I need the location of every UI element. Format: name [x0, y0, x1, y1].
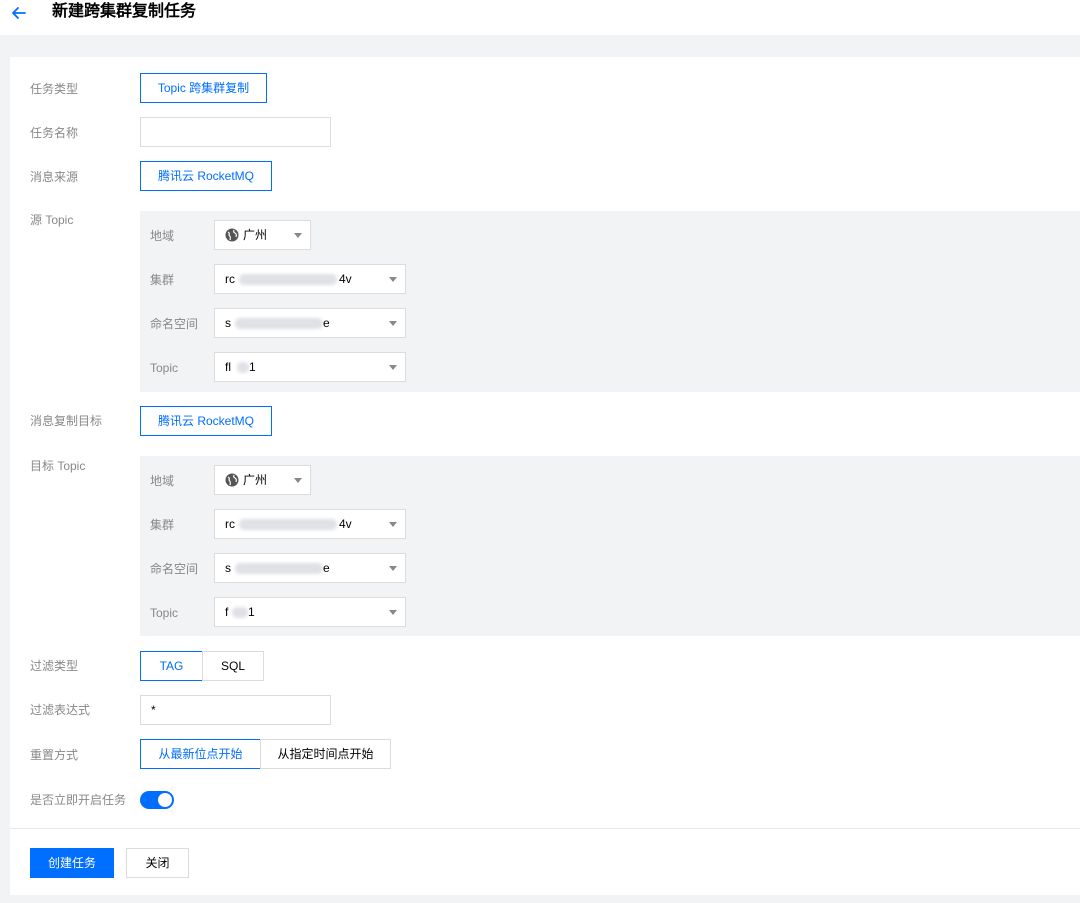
filter-type-sql-button[interactable]: SQL — [202, 651, 264, 681]
task-name-label: 任务名称 — [30, 126, 79, 140]
target-topic-select[interactable]: f 1 — [214, 597, 406, 627]
task-type-button[interactable]: Topic 跨集群复制 — [140, 73, 267, 103]
target-namespace-value-prefix: s — [225, 561, 231, 575]
page-title: 新建跨集群复制任务 — [52, 3, 197, 20]
source-region-label: 地域 — [150, 229, 175, 243]
task-name-input[interactable] — [140, 117, 331, 147]
footer-divider — [10, 828, 1080, 829]
redaction-blur — [239, 519, 337, 530]
filter-type-label: 过滤类型 — [30, 659, 79, 673]
chevron-down-icon — [389, 365, 397, 370]
globe-icon — [225, 228, 239, 242]
chevron-down-icon — [294, 233, 302, 238]
target-cluster-value-suffix: 4v — [339, 517, 352, 531]
source-namespace-value-suffix: e — [323, 316, 330, 330]
source-topic-select[interactable]: fl 1 — [214, 352, 406, 382]
source-region-select[interactable]: 广州 — [214, 220, 311, 250]
target-topic-field-label: Topic — [150, 606, 179, 620]
redaction-blur — [239, 274, 337, 285]
target-namespace-label: 命名空间 — [150, 562, 199, 576]
target-topic-panel: 地域 广州 集群 rc 4v 命名空间 s e Topic f 1 — [140, 456, 1080, 636]
target-topic-value-prefix: f — [225, 605, 229, 619]
filter-expression-label: 过滤表达式 — [30, 703, 91, 717]
close-button[interactable]: 关闭 — [126, 848, 189, 878]
redaction-blur — [237, 362, 249, 373]
filter-type-tag-button[interactable]: TAG — [140, 651, 203, 681]
target-topic-value-suffix: 1 — [248, 605, 255, 619]
source-namespace-select[interactable]: s e — [214, 308, 406, 338]
source-namespace-label: 命名空间 — [150, 317, 199, 331]
chevron-down-icon — [389, 522, 397, 527]
page-header: 新建跨集群复制任务 — [0, 0, 1080, 35]
source-topic-value-suffix: 1 — [249, 360, 256, 374]
message-target-button[interactable]: 腾讯云 RocketMQ — [140, 406, 272, 436]
toggle-knob — [158, 793, 172, 807]
target-region-value: 广州 — [243, 473, 268, 487]
reset-latest-button[interactable]: 从最新位点开始 — [140, 739, 261, 769]
arrow-left-icon[interactable] — [10, 4, 28, 22]
target-region-select[interactable]: 广州 — [214, 465, 311, 495]
source-cluster-label: 集群 — [150, 273, 175, 287]
message-target-label: 消息复制目标 — [30, 414, 103, 428]
target-namespace-value-suffix: e — [323, 561, 330, 575]
target-cluster-value-prefix: rc — [225, 517, 235, 531]
source-region-value: 广州 — [243, 228, 268, 242]
chevron-down-icon — [389, 610, 397, 615]
target-cluster-label: 集群 — [150, 518, 175, 532]
filter-expression-input[interactable]: * — [140, 695, 331, 725]
target-topic-label: 目标 Topic — [30, 459, 86, 473]
task-type-label: 任务类型 — [30, 82, 79, 96]
source-topic-label: 源 Topic — [30, 213, 74, 227]
message-source-label: 消息来源 — [30, 170, 79, 184]
source-cluster-select[interactable]: rc 4v — [214, 264, 406, 294]
source-topic-panel: 地域 广州 集群 rc 4v 命名空间 s e Topic fl 1 — [140, 211, 1080, 392]
chevron-down-icon — [389, 277, 397, 282]
source-cluster-value-suffix: 4v — [339, 272, 352, 286]
create-task-button[interactable]: 创建任务 — [30, 848, 114, 878]
target-namespace-select[interactable]: s e — [214, 553, 406, 583]
source-namespace-value-prefix: s — [225, 316, 231, 330]
start-now-label: 是否立即开启任务 — [30, 793, 127, 807]
redaction-blur — [235, 563, 323, 574]
target-cluster-select[interactable]: rc 4v — [214, 509, 406, 539]
form-card: 任务类型 Topic 跨集群复制 任务名称 消息来源 腾讯云 RocketMQ … — [10, 57, 1080, 895]
chevron-down-icon — [294, 478, 302, 483]
reset-method-label: 重置方式 — [30, 748, 79, 762]
globe-icon — [225, 473, 239, 487]
redaction-blur — [232, 607, 248, 618]
redaction-blur — [235, 318, 323, 329]
reset-from-time-button[interactable]: 从指定时间点开始 — [260, 739, 391, 769]
message-source-button[interactable]: 腾讯云 RocketMQ — [140, 161, 272, 191]
chevron-down-icon — [389, 321, 397, 326]
source-topic-value-prefix: fl — [225, 360, 231, 374]
target-region-label: 地域 — [150, 474, 175, 488]
source-cluster-value-prefix: rc — [225, 272, 235, 286]
source-topic-field-label: Topic — [150, 361, 179, 375]
chevron-down-icon — [389, 566, 397, 571]
start-now-toggle[interactable] — [140, 791, 174, 809]
